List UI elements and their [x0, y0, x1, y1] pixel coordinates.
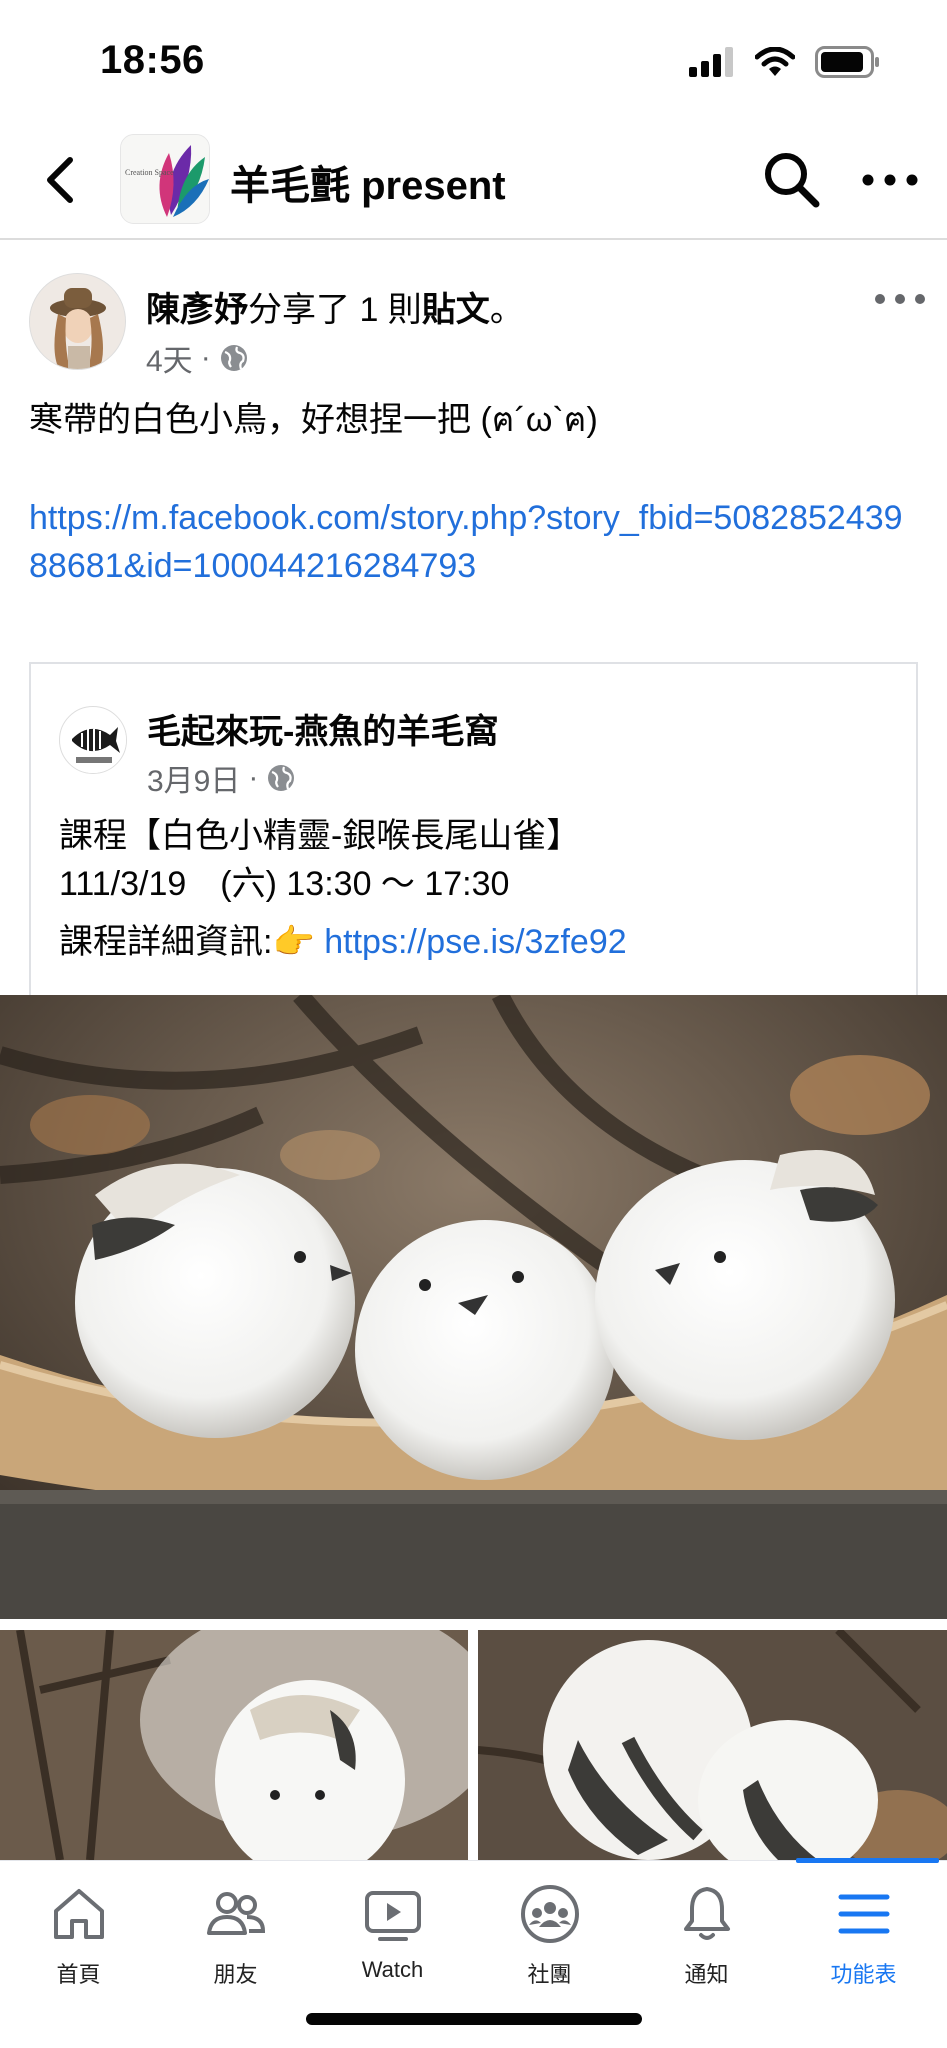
home-icon	[53, 1889, 104, 1939]
shared-text-line-1: 課程【白色小精靈-銀喉長尾山雀】	[59, 817, 581, 855]
menu-icon	[838, 1894, 889, 1934]
tab-groups[interactable]: 社團	[471, 1883, 628, 1993]
post-time[interactable]: 4天	[146, 336, 193, 380]
shared-post-card[interactable]: 毛起來玩-燕魚的羊毛窩 3月9日 · 課程【白色小精靈-銀喉長尾山雀】 111/…	[29, 662, 918, 996]
action-text: 分享了 1 則	[248, 291, 422, 329]
status-icons	[689, 46, 881, 78]
globe-icon	[268, 765, 295, 791]
page-avatar[interactable]: Creation Space	[120, 134, 210, 224]
shared-page-name[interactable]: 毛起來玩-燕魚的羊毛窩	[147, 704, 498, 753]
status-bar: 18:56	[0, 0, 947, 120]
post-text: 寒帶的白色小鳥，好想捏一把 (ฅ´ω`ฅ)	[29, 401, 598, 439]
home-indicator	[306, 2013, 642, 2025]
shared-object-link[interactable]: 貼文	[422, 291, 490, 329]
wifi-icon	[755, 47, 795, 76]
felt-bird-photo-right	[478, 1630, 947, 1860]
bell-icon	[683, 1887, 730, 1940]
post-header-line: 陳彥妤分享了 1 則貼文。	[146, 282, 524, 331]
post-more-icon[interactable]	[872, 284, 928, 314]
shared-text-line-3: 課程詳細資訊:👉 https://pse.is/3zfe92	[59, 920, 627, 964]
signal-icon	[689, 47, 733, 77]
svg-text:Creation Space: Creation Space	[125, 168, 174, 177]
tab-friends-label: 朋友	[213, 1962, 258, 1987]
tab-home[interactable]: 首頁	[0, 1883, 157, 1993]
course-info-label: 課程詳細資訊:👉	[59, 923, 325, 961]
tab-watch-label: Watch	[361, 1957, 424, 1982]
tab-menu[interactable]: 功能表	[785, 1883, 942, 1993]
meta-separator: ·	[200, 341, 211, 374]
felt-bird-photo-left	[0, 1630, 468, 1860]
battery-icon	[815, 46, 879, 78]
page-header: Creation Space 羊毛氈 present	[0, 120, 947, 240]
shared-meta: 3月9日 ·	[147, 756, 296, 800]
tab-notifications-label: 通知	[684, 1962, 729, 1987]
active-tab-indicator	[796, 1858, 939, 1863]
tab-menu-label: 功能表	[830, 1962, 897, 1987]
secondary-photo-left[interactable]	[0, 1630, 468, 1860]
shared-meta-separator: ·	[248, 761, 259, 794]
main-photo[interactable]	[0, 995, 947, 1619]
status-time: 18:56	[100, 38, 205, 82]
shared-text-line-2: 111/3/19 (六) 13:30 ～ 17:30	[59, 865, 510, 903]
friends-icon	[206, 1892, 265, 1935]
author-name[interactable]: 陳彥妤	[146, 291, 248, 329]
groups-icon	[520, 1885, 579, 1943]
tab-watch[interactable]: Watch	[314, 1883, 471, 1993]
tab-home-label: 首頁	[56, 1962, 101, 1987]
tab-groups-label: 社團	[527, 1962, 572, 1987]
fish-logo-icon	[61, 708, 126, 773]
search-icon[interactable]	[760, 148, 824, 212]
globe-icon	[220, 345, 247, 371]
tab-notifications[interactable]: 通知	[628, 1883, 785, 1993]
shared-date[interactable]: 3月9日	[147, 756, 240, 800]
author-avatar[interactable]	[29, 273, 126, 370]
felt-birds-photo	[0, 995, 947, 1619]
back-chevron-icon[interactable]	[36, 150, 86, 210]
feather-logo-icon: Creation Space	[121, 135, 209, 223]
watch-icon	[364, 1891, 421, 1941]
course-info-link[interactable]: https://pse.is/3zfe92	[324, 923, 626, 961]
more-options-icon[interactable]	[860, 160, 920, 200]
page-title: 羊毛氈 present	[230, 164, 506, 208]
author-photo-icon	[30, 274, 125, 369]
tab-friends[interactable]: 朋友	[157, 1883, 314, 1993]
shared-page-avatar[interactable]	[59, 706, 127, 774]
post-meta: 4天 ·	[146, 336, 249, 380]
header-period: 。	[489, 291, 524, 329]
post-link[interactable]: https://m.facebook.com/story.php?story_f…	[29, 494, 909, 590]
secondary-photo-right[interactable]	[478, 1630, 947, 1860]
